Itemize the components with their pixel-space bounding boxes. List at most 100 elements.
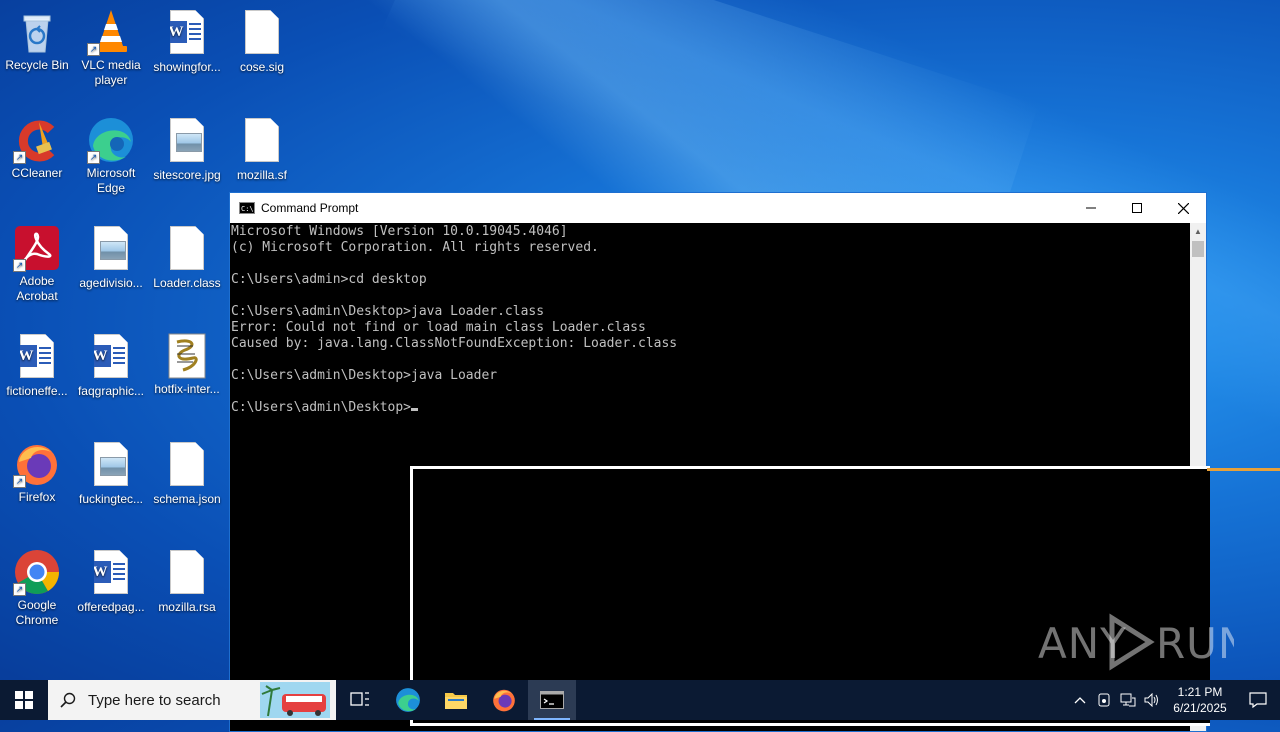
- icon-label: faqgraphic...: [77, 384, 145, 398]
- notification-icon: [1249, 692, 1267, 708]
- console-line: C:\Users\admin\Desktop>java Loader: [231, 368, 498, 383]
- console-line: ​: [231, 256, 1190, 272]
- search-highlight-illustration: [260, 682, 330, 718]
- icon-label: hotfix-inter...: [154, 382, 220, 396]
- ccleaner-icon: ↗: [13, 116, 61, 164]
- desktop-icon-adobe-acrobat[interactable]: ↗ Adobe Acrobat: [0, 224, 74, 304]
- task-view-icon: [350, 692, 369, 706]
- script-file-icon: [163, 332, 211, 380]
- icon-label: Google Chrome: [15, 598, 59, 627]
- taskbar-edge-button[interactable]: [384, 680, 432, 720]
- file-icon: [163, 442, 211, 490]
- icon-label: Loader.class: [153, 276, 221, 290]
- icon-label: fuckingtec...: [78, 492, 144, 506]
- console-line: ​: [231, 288, 1190, 304]
- close-button[interactable]: [1160, 193, 1206, 223]
- desktop-icon-agedivisio[interactable]: agedivisio...: [74, 224, 148, 291]
- icon-label: Microsoft Edge: [86, 166, 136, 195]
- desktop-icon-schema-json[interactable]: schema.json: [150, 440, 224, 507]
- close-icon: [1177, 202, 1189, 214]
- taskbar-file-explorer-button[interactable]: [432, 680, 480, 720]
- chevron-up-icon: [1074, 697, 1086, 704]
- file-icon: [238, 10, 286, 58]
- chrome-icon: ↗: [13, 548, 61, 596]
- icon-label: agedivisio...: [79, 276, 143, 290]
- console-line: ​: [231, 352, 1190, 368]
- desktop-icon-cose-sig[interactable]: cose.sig: [225, 8, 299, 75]
- desktop-icon-showingfor[interactable]: W showingfor...: [150, 8, 224, 75]
- icon-label: offeredpag...: [77, 600, 145, 614]
- desktop-icon-firefox[interactable]: ↗ Firefox: [0, 440, 74, 505]
- console-prompt-line[interactable]: C:\Users\admin\Desktop>: [231, 400, 1190, 416]
- image-file-icon: [87, 226, 135, 274]
- icon-label: fictioneffe...: [6, 384, 68, 398]
- desktop-icon-faqgraphic[interactable]: W faqgraphic...: [74, 332, 148, 399]
- scroll-thumb[interactable]: [1192, 241, 1204, 257]
- cmd-app-icon: C:\: [239, 202, 255, 214]
- icon-label: sitescore.jpg: [153, 168, 221, 182]
- icon-label: schema.json: [153, 492, 221, 506]
- desktop-icon-fuckingtec[interactable]: fuckingtec...: [74, 440, 148, 507]
- desktop-icon-loader-class[interactable]: Loader.class: [150, 224, 224, 291]
- title-bar[interactable]: C:\ Command Prompt: [230, 193, 1206, 223]
- word-doc-icon: W: [87, 550, 135, 598]
- volume-button[interactable]: [1140, 680, 1164, 720]
- network-icon: [1120, 693, 1136, 707]
- icon-label: Adobe Acrobat: [16, 274, 58, 303]
- console-line: C:\Users\admin>cd desktop: [231, 272, 427, 287]
- maximize-button[interactable]: [1114, 193, 1160, 223]
- icon-label: VLC media player: [81, 58, 141, 87]
- desktop-icon-mozilla-rsa[interactable]: mozilla.rsa: [150, 548, 224, 615]
- word-doc-icon: W: [163, 10, 211, 58]
- desktop-icon-sitescore[interactable]: sitescore.jpg: [150, 116, 224, 183]
- icon-label: showingfor...: [153, 60, 221, 74]
- word-doc-icon: W: [13, 334, 61, 382]
- desktop-icon-recycle-bin[interactable]: Recycle Bin: [0, 8, 74, 73]
- firefox-icon: ↗: [13, 440, 61, 488]
- network-button[interactable]: [1116, 680, 1140, 720]
- desktop-icon-google-chrome[interactable]: ↗ Google Chrome: [0, 548, 74, 628]
- anyrun-watermark: ANY RUN: [1038, 612, 1238, 672]
- system-tray: 1:21 PM 6/21/2025: [1068, 680, 1280, 720]
- taskbar-cmd-button[interactable]: [528, 680, 576, 720]
- action-center-button[interactable]: [1236, 680, 1280, 720]
- maximize-icon: [1132, 203, 1142, 213]
- file-icon: [163, 226, 211, 274]
- clock-date: 6/21/2025: [1173, 701, 1227, 715]
- shortcut-arrow-icon: ↗: [13, 475, 26, 488]
- console-line: C:\Users\admin\Desktop>java Loader.class: [231, 304, 545, 319]
- desktop-icon-hotfix-inter[interactable]: hotfix-inter...: [150, 332, 224, 397]
- console-line: (c) Microsoft Corporation. All rights re…: [231, 240, 599, 255]
- console-line: Microsoft Windows [Version 10.0.19045.40…: [231, 224, 568, 239]
- desktop-icon-ccleaner[interactable]: ↗ CCleaner: [0, 116, 74, 181]
- tray-app-button[interactable]: [1092, 680, 1116, 720]
- file-icon: [163, 550, 211, 598]
- console-line: ​: [231, 384, 1190, 400]
- desktop-icon-microsoft-edge[interactable]: ↗ Microsoft Edge: [74, 116, 148, 196]
- acrobat-icon: ↗: [13, 224, 61, 272]
- desktop-icon-fictioneffe[interactable]: W fictioneffe...: [0, 332, 74, 399]
- icon-label: mozilla.sf: [236, 168, 287, 182]
- start-button[interactable]: [0, 680, 48, 720]
- window-title: Command Prompt: [261, 201, 359, 215]
- word-doc-icon: W: [87, 334, 135, 382]
- taskbar-firefox-button[interactable]: [480, 680, 528, 720]
- search-placeholder: Type here to search: [88, 691, 221, 709]
- icon-label: mozilla.rsa: [158, 600, 216, 614]
- shortcut-arrow-icon: ↗: [87, 43, 100, 56]
- minimize-button[interactable]: [1068, 193, 1114, 223]
- task-view-button[interactable]: [336, 680, 384, 720]
- search-icon: [60, 692, 76, 708]
- shortcut-arrow-icon: ↗: [13, 151, 26, 164]
- folder-icon: [445, 693, 467, 709]
- taskbar-search-box[interactable]: Type here to search: [48, 680, 336, 720]
- desktop-icon-mozilla-sf[interactable]: mozilla.sf: [225, 116, 299, 183]
- desktop-icon-offeredpag[interactable]: W offeredpag...: [74, 548, 148, 615]
- show-hidden-icons-button[interactable]: [1068, 680, 1092, 720]
- recycle-bin-icon: [13, 8, 61, 56]
- taskbar-clock[interactable]: 1:21 PM 6/21/2025: [1164, 684, 1236, 716]
- icon-label: Firefox: [18, 490, 56, 504]
- desktop-icon-vlc[interactable]: ↗ VLC media player: [74, 8, 148, 88]
- scroll-up-icon[interactable]: ▲: [1190, 223, 1206, 240]
- console-line: Error: Could not find or load main class…: [231, 320, 646, 335]
